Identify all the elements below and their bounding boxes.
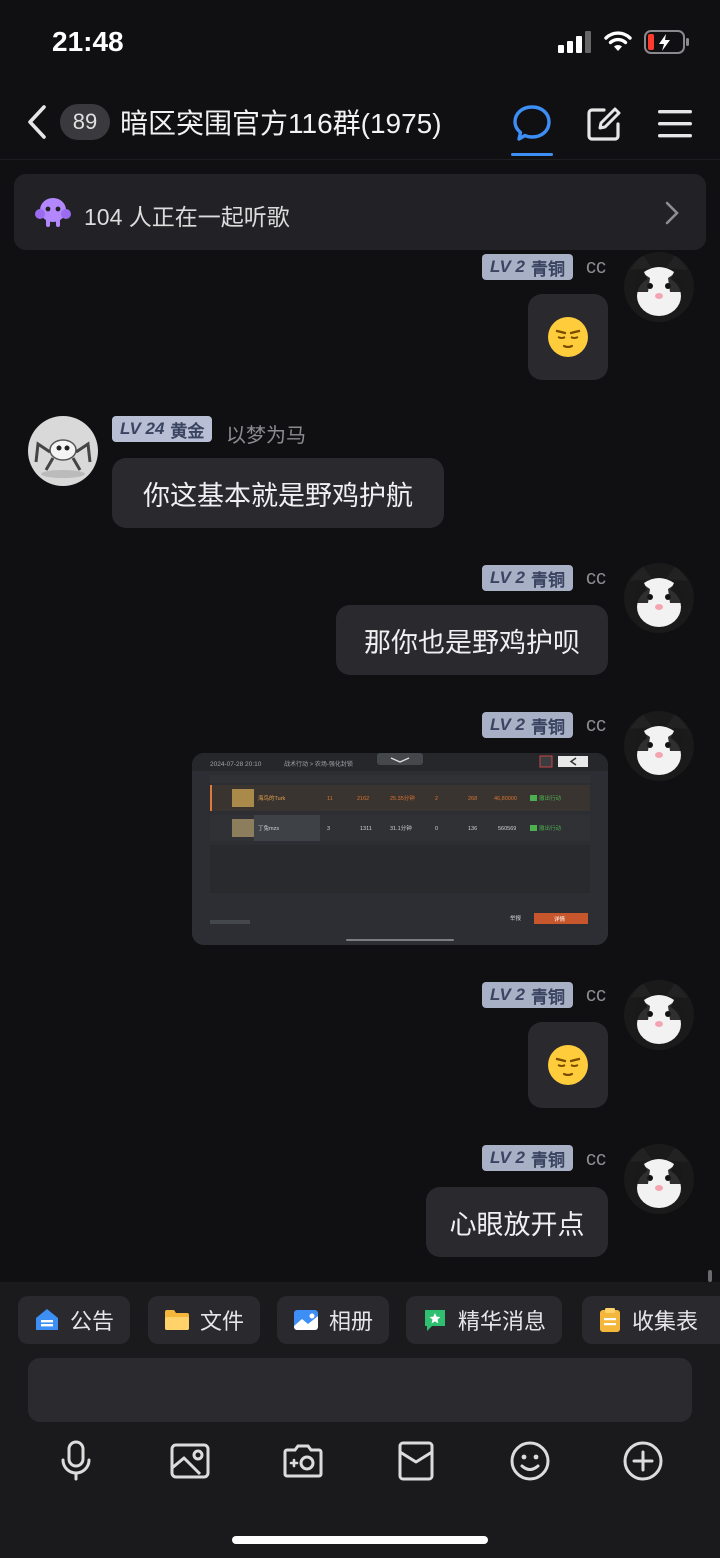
- folder-icon: [165, 1310, 189, 1330]
- shot-row1-v4: 268: [468, 796, 477, 802]
- clipboard-icon: [600, 1308, 620, 1332]
- shot-row2-v4: 136: [468, 826, 477, 832]
- wifi-icon: [604, 31, 632, 51]
- shot-breadcrumb: 战术行动 > 农场-强化封锁: [284, 760, 353, 768]
- sender-nickname[interactable]: 以梦为马: [226, 419, 306, 448]
- active-tab-indicator: [511, 153, 553, 156]
- battery-icon: [644, 30, 689, 54]
- files-button[interactable]: 文件: [148, 1296, 261, 1344]
- avatar[interactable]: [624, 252, 694, 322]
- avatar[interactable]: [624, 711, 694, 781]
- emoji-icon[interactable]: [510, 1440, 550, 1482]
- avatar[interactable]: [624, 1144, 694, 1214]
- smirk-emoji-icon: [548, 1045, 588, 1085]
- cat-avatar-icon: [624, 563, 694, 633]
- cat-avatar-icon: [624, 980, 694, 1050]
- shot-report: 举报: [510, 914, 522, 922]
- sender-nickname[interactable]: cc: [586, 256, 606, 279]
- collection-form-button[interactable]: 收集表: [582, 1296, 720, 1344]
- level-badge: LV 2 青铜: [482, 254, 573, 280]
- shot-row1-v3: 2: [435, 796, 438, 802]
- message-bubble-text[interactable]: 那你也是野鸡护呗: [336, 605, 608, 675]
- scrollbar[interactable]: [708, 1270, 712, 1282]
- shot-row2-v0: 3: [327, 826, 330, 832]
- level-badge: LV 2 青铜: [482, 565, 573, 591]
- sender-nickname[interactable]: cc: [586, 567, 606, 590]
- shot-row2-v2: 31.1分钟: [390, 824, 412, 832]
- chevron-right-icon: [665, 201, 679, 225]
- voice-icon[interactable]: [56, 1440, 96, 1482]
- featured-messages-button[interactable]: 精华消息: [406, 1296, 563, 1344]
- status-icons: [558, 30, 690, 54]
- back-arrow-icon[interactable]: [22, 104, 52, 140]
- status-time: 21:48: [52, 26, 124, 57]
- image-picker-icon[interactable]: [170, 1440, 210, 1482]
- announcement-icon: [36, 1309, 58, 1330]
- game-result-screenshot: 2024-07-28 20:10 战术行动 > 农场-强化封锁 海鸟的Turk …: [192, 753, 608, 945]
- unread-count-badge[interactable]: 89: [60, 104, 110, 140]
- signal-icon: [558, 31, 591, 53]
- announcement-button[interactable]: 公告: [18, 1296, 131, 1344]
- album-button[interactable]: 相册: [277, 1296, 390, 1344]
- red-packet-icon[interactable]: [396, 1440, 436, 1482]
- shot-row1-status: 撤出行动: [539, 794, 562, 802]
- message-bubble-text[interactable]: 你这基本就是野鸡护航: [112, 458, 444, 528]
- sender-nickname[interactable]: cc: [586, 984, 606, 1007]
- message-input[interactable]: [28, 1358, 692, 1422]
- shot-row2-name: 丁兔mzs: [258, 824, 279, 832]
- shot-row2-v5: 560569: [498, 826, 516, 832]
- shot-row1-v0: 11: [327, 796, 333, 802]
- shot-row2-v3: 0: [435, 826, 438, 832]
- message-bubble-emoji[interactable]: [528, 1022, 608, 1108]
- home-indicator: [232, 1536, 488, 1544]
- cat-avatar-icon: [624, 252, 694, 322]
- listen-together-banner[interactable]: 104 人正在一起听歌: [14, 174, 706, 250]
- shot-detail: 详情: [554, 915, 566, 923]
- camera-icon[interactable]: [283, 1440, 323, 1482]
- sender-nickname[interactable]: cc: [586, 714, 606, 737]
- group-title[interactable]: 暗区突围官方116群(1975): [120, 102, 442, 142]
- level-badge: LV 2 青铜: [482, 712, 573, 738]
- cat-avatar-icon: [624, 711, 694, 781]
- spider-robot-avatar-icon: [28, 416, 98, 486]
- shot-row1-name: 海鸟的Turk: [258, 794, 286, 802]
- cat-avatar-icon: [624, 1144, 694, 1214]
- level-badge: LV 24 黄金: [112, 416, 213, 442]
- featured-icon: [425, 1310, 445, 1331]
- level-badge: LV 2 青铜: [482, 982, 573, 1008]
- plus-icon[interactable]: [623, 1440, 663, 1482]
- message-bubble-emoji[interactable]: [528, 294, 608, 380]
- listen-together-text: 104 人正在一起听歌: [84, 204, 290, 230]
- smirk-emoji-icon: [548, 317, 588, 357]
- music-mascot-icon: [35, 198, 71, 227]
- shot-timestamp: 2024-07-28 20:10: [210, 761, 262, 768]
- message-bubble-text[interactable]: 心眼放开点: [426, 1187, 608, 1257]
- chat-header: 89 暗区突围官方116群(1975): [0, 84, 720, 160]
- shot-row2-status: 撤出行动: [539, 824, 562, 832]
- avatar[interactable]: [28, 416, 98, 486]
- avatar[interactable]: [624, 980, 694, 1050]
- menu-icon[interactable]: [656, 106, 694, 142]
- shot-row1-v5: 46,80000: [494, 796, 517, 802]
- sender-nickname[interactable]: cc: [586, 1148, 606, 1171]
- avatar[interactable]: [624, 563, 694, 633]
- shot-row1-v1: 2162: [357, 796, 369, 802]
- level-badge: LV 2 青铜: [482, 1145, 573, 1171]
- chat-bubble-icon[interactable]: [510, 102, 554, 146]
- edit-icon[interactable]: [584, 104, 624, 144]
- shot-row1-v2: 25.35分钟: [390, 794, 415, 802]
- shot-row2-v1: 1311: [360, 826, 372, 832]
- album-icon: [294, 1310, 318, 1330]
- message-image[interactable]: 2024-07-28 20:10 战术行动 > 农场-强化封锁 海鸟的Turk …: [192, 753, 608, 945]
